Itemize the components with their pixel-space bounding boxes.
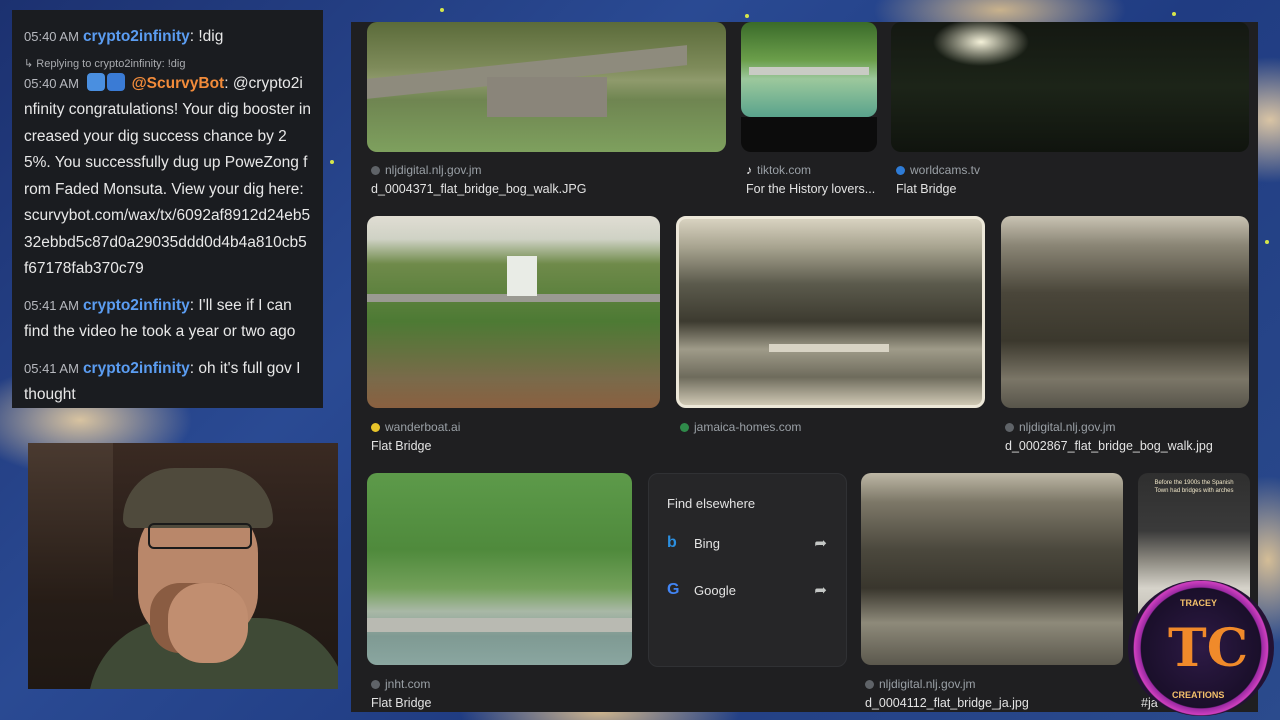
result-source[interactable]: nljdigital.nlj.gov.jm — [371, 163, 482, 177]
chat-username[interactable]: crypto2infinity — [83, 297, 190, 314]
message-time: 05:41 AM — [24, 297, 79, 313]
result-source[interactable]: ♪ tiktok.com — [746, 163, 811, 177]
chat-username[interactable]: @ScurvyBot — [132, 75, 225, 92]
result-source[interactable]: nljdigital.nlj.gov.jm — [1005, 420, 1116, 434]
result-source[interactable]: nljdigital.nlj.gov.jm — [865, 677, 976, 691]
share-arrow-icon[interactable]: ➦ — [814, 534, 827, 552]
result-source[interactable]: jamaica-homes.com — [680, 420, 801, 434]
logo-bottom-text: CREATIONS — [1172, 690, 1225, 700]
result-source[interactable]: worldcams.tv — [896, 163, 980, 177]
wanderboat-icon — [371, 423, 380, 432]
message-time: 05:40 AM — [24, 75, 79, 91]
tiktok-icon: ♪ — [746, 163, 752, 177]
paint-speck — [745, 14, 749, 18]
chat-message: 05:41 AM crypto2infinity: oh it's full go… — [24, 356, 311, 409]
find-elsewhere-heading: Find elsewhere — [667, 496, 756, 511]
result-image-vintage-bridge[interactable] — [676, 216, 985, 408]
google-link[interactable]: G Google ➦ — [667, 579, 827, 603]
bing-link[interactable]: b Bing ➦ — [667, 532, 827, 556]
worldcams-icon — [896, 166, 905, 175]
result-title[interactable]: For the History lovers... — [746, 182, 875, 196]
chat-message: 05:40 AM crypto2infinity: !dig — [24, 24, 311, 51]
engine-name: Bing — [694, 536, 721, 551]
reply-indicator: ↳ Replying to crypto2infinity: !dig — [24, 57, 186, 70]
chat-username[interactable]: crypto2infinity — [83, 28, 190, 45]
message-time: 05:41 AM — [24, 360, 79, 376]
chat-message: 05:40 AM @ScurvyBot: @crypto2infinity co… — [24, 71, 311, 283]
video-thumbnail-bar — [741, 117, 877, 152]
message-time: 05:40 AM — [24, 29, 79, 44]
channel-logo: TRACEY TC CREATIONS — [1128, 580, 1274, 716]
engine-name: Google — [694, 583, 736, 598]
jamaica-homes-icon — [680, 423, 689, 432]
result-image-gorge-bridge[interactable] — [861, 473, 1123, 665]
result-source[interactable]: jnht.com — [371, 677, 430, 691]
result-title[interactable]: Flat Bridge — [896, 182, 956, 196]
result-title[interactable]: Flat Bridge — [371, 439, 431, 453]
paint-speck — [440, 8, 444, 12]
chat-message: 05:41 AM crypto2infinity: I'll see if I c… — [24, 293, 311, 346]
logo-top-text: TRACEY — [1180, 598, 1218, 608]
poster-caption: Before the 1900s the Spanish Town had br… — [1154, 480, 1234, 494]
result-image-night-bridge[interactable] — [891, 22, 1249, 152]
tool-badge-icon — [107, 72, 126, 91]
logo-mark: TC — [1168, 618, 1249, 679]
message-text: : !dig — [189, 28, 224, 45]
chat-panel: 05:40 AM crypto2infinity: !dig ↳ Replying… — [12, 10, 323, 408]
find-elsewhere-panel: Find elsewhere b Bing ➦ G Google ➦ — [648, 473, 847, 667]
result-title[interactable]: Flat Bridge — [371, 696, 431, 710]
globe-icon — [371, 166, 380, 175]
webcam-feed — [28, 443, 338, 689]
background-shelf — [28, 443, 113, 603]
paint-speck — [1265, 240, 1269, 244]
result-title[interactable]: d_0004371_flat_bridge_bog_walk.JPG — [371, 182, 586, 196]
globe-icon — [1005, 423, 1014, 432]
google-logo-icon: G — [667, 581, 680, 598]
result-image-archive-bridge[interactable] — [1001, 216, 1249, 408]
result-source[interactable]: wanderboat.ai — [371, 420, 460, 434]
person-glasses — [148, 523, 252, 549]
globe-icon — [865, 680, 874, 689]
result-title[interactable]: d_0002867_flat_bridge_bog_walk.jpg — [1005, 439, 1213, 453]
person-hand — [168, 583, 248, 663]
message-text: : @crypto2infinity congratulations! Your… — [24, 74, 311, 278]
result-image-bridge-river[interactable] — [367, 22, 726, 152]
bot-badge-icon — [87, 72, 106, 91]
paint-speck — [1172, 12, 1176, 16]
paint-speck — [330, 160, 334, 164]
share-arrow-icon[interactable]: ➦ — [814, 581, 827, 599]
chat-username[interactable]: crypto2infinity — [83, 360, 190, 377]
person-cap — [123, 468, 273, 528]
image-search-results[interactable]: nljdigital.nlj.gov.jm d_0004371_flat_bri… — [351, 22, 1258, 712]
result-image-waterfall-bridge[interactable] — [367, 216, 660, 408]
reply-text: Replying to crypto2infinity: !dig — [36, 57, 186, 70]
result-image-jnht-bridge[interactable] — [367, 473, 632, 665]
result-image-tiktok-bridge[interactable] — [741, 22, 877, 117]
globe-icon — [371, 680, 380, 689]
result-title[interactable]: d_0004112_flat_bridge_ja.jpg — [865, 696, 1029, 710]
bing-logo-icon: b — [667, 534, 677, 551]
